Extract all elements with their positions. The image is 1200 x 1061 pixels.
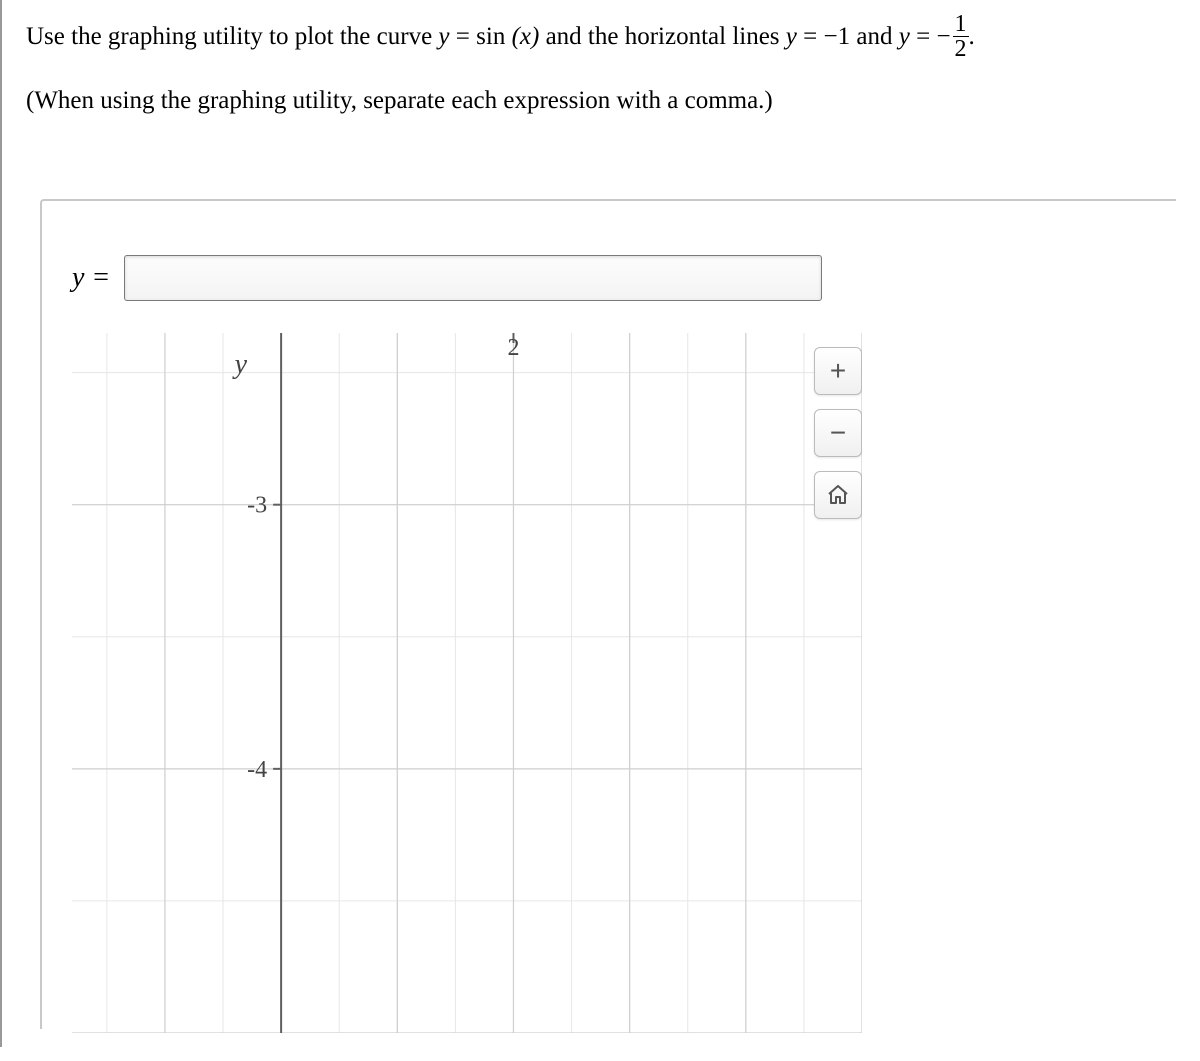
expression-input[interactable] — [124, 255, 822, 301]
zoom-in-button[interactable]: + — [814, 347, 862, 395]
svg-text:y: y — [232, 349, 248, 380]
home-icon — [826, 483, 850, 507]
instruction-line-2: (When using the graphing utility, separa… — [26, 81, 1176, 121]
svg-text:2: 2 — [507, 335, 519, 361]
home-button[interactable] — [814, 471, 862, 519]
svg-text:-3: -3 — [247, 493, 267, 519]
zoom-out-button[interactable]: − — [814, 409, 862, 457]
graph-area[interactable]: 2 -3 -4 y + − — [72, 333, 862, 1033]
expression-input-row: y = — [72, 255, 1176, 301]
svg-text:-4: -4 — [247, 757, 267, 783]
graph-canvas[interactable]: 2 -3 -4 y — [72, 333, 862, 1033]
input-label: y = — [72, 262, 110, 294]
graphing-utility-panel: y = 2 -3 -4 y + − — [40, 199, 1176, 1029]
instruction-line-1: Use the graphing utility to plot the cur… — [26, 14, 1176, 63]
